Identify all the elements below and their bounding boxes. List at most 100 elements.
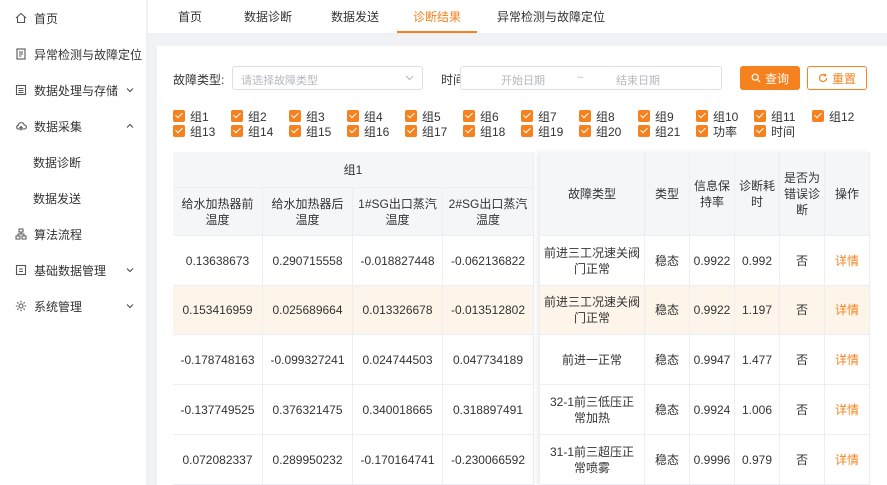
checkbox-label: 组21 — [655, 124, 681, 139]
table-cell: 0.047734189 — [443, 335, 534, 385]
checkbox-item[interactable]: 组7 — [521, 109, 557, 124]
query-button[interactable]: 查询 — [740, 66, 800, 90]
checkbox-item[interactable]: 组15 — [289, 124, 332, 139]
checkbox-checked-icon — [289, 110, 301, 122]
detail-link[interactable]: 详情 — [825, 236, 870, 286]
sidebar-item-diagnosis[interactable]: 数据诊断 — [0, 144, 147, 180]
tab-anomaly[interactable]: 异常检测与故障定位 — [491, 0, 611, 34]
end-date-input[interactable]: 结束日期 — [616, 72, 660, 88]
table-cell: -0.137749525 — [173, 385, 263, 435]
checkbox-item[interactable]: 组5 — [405, 109, 441, 124]
sidebar-item-basedata[interactable]: 基础数据管理 — [0, 252, 147, 288]
checkbox-item[interactable]: 组13 — [173, 124, 216, 139]
checkbox-item[interactable]: 组16 — [347, 124, 389, 139]
checkbox-label: 组12 — [829, 109, 855, 124]
sidebar-item-anomaly[interactable]: 异常检测与故障定位 — [0, 36, 147, 72]
reset-label: 重置 — [831, 71, 856, 86]
table-cell: 前进三工况速关阀门正常 — [540, 236, 645, 286]
checkbox-item[interactable]: 组19 — [521, 124, 563, 139]
database-icon — [15, 264, 27, 276]
checkbox-checked-icon — [347, 110, 359, 122]
sidebar-item-label: 数据采集 — [34, 119, 83, 134]
checkbox-item[interactable]: 组20 — [579, 124, 622, 139]
checkbox-item[interactable]: 组9 — [638, 109, 674, 124]
checkbox-checked-icon — [521, 125, 533, 137]
table-cell: 稳态 — [645, 335, 690, 385]
start-date-input[interactable]: 开始日期 — [501, 72, 545, 88]
detail-link[interactable]: 详情 — [825, 286, 870, 335]
date-range-picker[interactable]: 开始日期 ~ 结束日期 — [460, 66, 722, 90]
checkbox-checked-icon — [696, 110, 708, 122]
checkbox-item[interactable]: 组12 — [812, 109, 855, 124]
checkbox-checked-icon — [463, 125, 475, 137]
sidebar-item-label: 算法流程 — [34, 227, 83, 242]
table-cell: 1.477 — [735, 335, 780, 385]
checkbox-label: 组15 — [306, 124, 332, 139]
table-cell: 0.025689664 — [263, 286, 353, 335]
reset-button[interactable]: 重置 — [807, 66, 867, 90]
table-cell: 否 — [780, 236, 825, 286]
checkbox-item[interactable]: 组11 — [754, 109, 795, 124]
tab-results[interactable]: 诊断结果 — [405, 0, 469, 34]
checkbox-item[interactable]: 组21 — [638, 124, 681, 139]
checkbox-item[interactable]: 时间 — [754, 124, 795, 139]
sidebar-item-label: 数据处理与存储 — [34, 83, 119, 98]
checkbox-checked-icon — [754, 110, 766, 122]
checkbox-item[interactable]: 功率 — [696, 124, 737, 139]
table-cell: 否 — [780, 385, 825, 435]
fault-type-placeholder: 请选择故障类型 — [241, 75, 318, 87]
tab-diagnosis[interactable]: 数据诊断 — [236, 0, 300, 34]
checkbox-item[interactable]: 组4 — [347, 109, 383, 124]
checkbox-item[interactable]: 组6 — [463, 109, 499, 124]
detail-link[interactable]: 详情 — [825, 385, 870, 435]
table-cell: 0.289950232 — [263, 435, 353, 485]
column-header: 故障类型 — [540, 152, 645, 236]
gear-icon — [15, 300, 27, 312]
checkbox-checked-icon — [754, 125, 766, 137]
sidebar-item-home[interactable]: 首页 — [0, 0, 147, 36]
checkbox-item[interactable]: 组3 — [289, 109, 325, 124]
checkbox-checked-icon — [579, 110, 591, 122]
table-cell: 前进三工况速关阀门正常 — [540, 286, 645, 335]
date-separator: ~ — [577, 72, 584, 84]
checkbox-checked-icon — [579, 125, 591, 137]
checkbox-item[interactable]: 组2 — [231, 109, 267, 124]
checkbox-item[interactable]: 组8 — [579, 109, 615, 124]
table-cell: 0.13638673 — [173, 236, 263, 286]
table-cell: 0.376321475 — [263, 385, 353, 435]
table-cell: 0.9924 — [690, 385, 735, 435]
sidebar-item-processing[interactable]: 数据处理与存储 — [0, 72, 147, 108]
fault-type-select[interactable]: 请选择故障类型 — [232, 66, 423, 90]
sidebar-item-collection[interactable]: 数据采集 — [0, 108, 147, 144]
sidebar-item-algorithm[interactable]: 算法流程 — [0, 216, 147, 252]
sidebar-item-label: 数据发送 — [33, 191, 82, 206]
checkbox-label: 组14 — [248, 124, 274, 139]
refresh-icon — [818, 73, 828, 83]
checkbox-label: 组20 — [596, 124, 622, 139]
top-tabs: 首页 数据诊断 数据发送 诊断结果 异常检测与故障定位 — [148, 0, 887, 34]
table-cell: -0.170164741 — [353, 435, 443, 485]
tab-send[interactable]: 数据发送 — [323, 0, 387, 34]
table-cell: 0.992 — [735, 236, 780, 286]
sidebar-item-label: 基础数据管理 — [34, 263, 107, 278]
tab-home[interactable]: 首页 — [170, 0, 210, 34]
checkbox-item[interactable]: 组17 — [405, 124, 447, 139]
table-cell: 0.290715558 — [263, 236, 353, 286]
checkbox-checked-icon — [231, 125, 243, 137]
checkbox-checked-icon — [812, 110, 824, 122]
checkbox-checked-icon — [463, 110, 475, 122]
column-header: 是否为错误诊断 — [780, 152, 825, 236]
checkbox-item[interactable]: 组18 — [463, 124, 505, 139]
detail-link[interactable]: 详情 — [825, 335, 870, 385]
checkbox-label: 组13 — [190, 124, 216, 139]
table-cell: 0.024744503 — [353, 335, 443, 385]
sidebar-item-send[interactable]: 数据发送 — [0, 180, 147, 216]
chevron-down-icon — [405, 75, 414, 81]
checkbox-item[interactable]: 组10 — [696, 109, 738, 124]
sidebar-item-system[interactable]: 系统管理 — [0, 288, 147, 324]
column-header: 操作 — [825, 152, 870, 236]
checkbox-item[interactable]: 组1 — [173, 109, 209, 124]
detail-link[interactable]: 详情 — [825, 435, 870, 485]
checkbox-item[interactable]: 组14 — [231, 124, 274, 139]
table-cell: 否 — [780, 286, 825, 335]
